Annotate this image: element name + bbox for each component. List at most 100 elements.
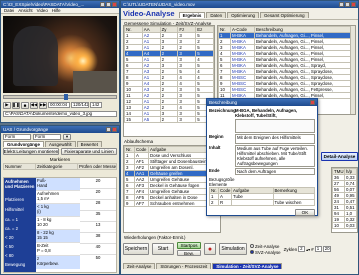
table-cell: 0,51 — [344, 204, 357, 211]
start-button[interactable]: Start — [152, 243, 174, 255]
minimize-icon[interactable] — [100, 2, 105, 7]
uas-cell[interactable]: 1 - 8 kg 10 20 — [36, 217, 80, 230]
frame-field-b[interactable]: 142 — [90, 102, 102, 108]
table-cell: 0,03 — [344, 222, 357, 229]
tab-gesamt-optimierung[interactable]: Gesamt Optimierung — [260, 12, 309, 18]
video-seekbar[interactable] — [3, 94, 117, 100]
stop-button[interactable]: ■ — [21, 101, 29, 109]
close-icon[interactable] — [112, 127, 117, 132]
table-cell: 9 — [124, 200, 135, 207]
tab-ergebnis[interactable]: Ergebnis — [178, 12, 206, 18]
uas-value[interactable]: 35 — [80, 211, 116, 222]
table-cell: 0,47 — [344, 198, 357, 205]
speichern-button[interactable]: Speichern — [123, 243, 149, 255]
step-back-button[interactable]: ◀◀ — [30, 101, 38, 109]
maximize-icon[interactable] — [106, 2, 111, 7]
close-icon[interactable] — [310, 100, 315, 105]
uas-section-label: Markieren — [49, 157, 71, 162]
video-frame[interactable] — [3, 16, 117, 93]
simulation-button[interactable]: Simulation — [219, 243, 247, 255]
zeit-analyse-radio[interactable]: Zeit-Analyse — [250, 244, 281, 249]
tab-ausgewaehlt[interactable]: Ausgewählt — [44, 141, 76, 147]
fixieraparate-button[interactable]: Fixieraparate und Linien — [61, 148, 117, 155]
right-table-scrollbar[interactable] — [350, 26, 355, 114]
uas-value[interactable]: 28 — [80, 200, 116, 211]
minimize-icon[interactable] — [106, 127, 111, 132]
footer-label: Wiederholungen (Faktor-Ermit.) — [124, 235, 186, 240]
uas-cell[interactable]: Aufnehmen 1,5 m² — [36, 191, 80, 204]
elektr-leitungen-button[interactable]: Elektr.Leitungen montieren — [3, 148, 59, 155]
uas-left-item[interactable]: < 80 — [5, 253, 35, 262]
menu-video[interactable]: Video — [37, 8, 48, 13]
uas-mid-column: Fuß- Hand Aufnehmen 1,5 m² < 1 kg (i) 1 - 8… — [36, 178, 80, 272]
uas-col-pruefen: Prüfen oder Messen — [77, 163, 117, 170]
menu-hilfe[interactable]: Hilfe — [52, 8, 61, 13]
uas-cell[interactable]: B-Zeit P = 0,8 — [36, 243, 80, 256]
uas-value[interactable]: 50 — [80, 255, 116, 266]
step-forward-button[interactable]: ▶▶ — [39, 101, 47, 109]
tab-daten[interactable]: Daten — [206, 12, 227, 18]
form-select[interactable]: Form — [3, 134, 31, 140]
dialog-row[interactable]: 2 R Tube wischen — [209, 199, 315, 206]
svz-analyse-radio[interactable]: SVZ-Analyse — [250, 250, 281, 255]
startpos-button[interactable]: Startpos — [177, 242, 201, 249]
video-player-titlebar[interactable]: C:\I3_EXSpielVideo\PASDATA\Video_... — [1, 1, 119, 8]
minimize-icon[interactable] — [339, 2, 344, 7]
close-icon[interactable] — [351, 2, 356, 7]
uas-tool-button[interactable]: ▾ — [63, 134, 71, 140]
video-path-field[interactable]: C:\PAS\DATA\Dokumente\demo_video_3.jpg — [3, 111, 117, 117]
play-button[interactable]: ▶ — [3, 101, 11, 109]
menu-datei[interactable]: Datei — [4, 8, 14, 13]
tab-bewertet[interactable]: Bewertet — [76, 141, 102, 147]
position-field[interactable]: 00:00:04 — [48, 102, 70, 108]
tab-simulation[interactable]: Simulation - Zeit/SVZ-Analyse — [212, 263, 283, 269]
zyklen-field[interactable]: 2 — [298, 246, 306, 252]
uas-left-item[interactable]: Aufnehmen und Platzieren — [5, 179, 35, 197]
bezeichnung-box[interactable] — [235, 119, 315, 133]
uas-value[interactable]: 40 — [80, 244, 116, 255]
zyklen-spin[interactable]: ▴▾ — [306, 247, 310, 252]
uas-left-item[interactable]: < 50 — [5, 244, 35, 253]
video-seek-thumb[interactable] — [64, 94, 68, 100]
pause-button[interactable]: ❚❚ — [12, 101, 20, 109]
uas-grid: Aufnehmen und Platzieren Platzieren Hilf… — [3, 177, 117, 273]
uas-cell[interactable]: 8 - 22 kg 15 15 — [36, 230, 80, 243]
tab-zeit-analyse[interactable]: Zeit-Analyse — [123, 263, 156, 269]
uas-value[interactable]: 13 — [80, 222, 116, 233]
tab-stoerungen[interactable]: Störungen - Prozesszeit — [156, 263, 212, 269]
dialog-titlebar[interactable]: Beschreibung — [207, 99, 317, 106]
main-titlebar[interactable]: C:\UTL\UDATEN\UDAS_video.mov — [121, 1, 358, 8]
form-select-2[interactable]: Form — [33, 134, 61, 140]
uas-left-column: Aufnehmen und Platzieren Platzieren Hilf… — [4, 178, 36, 272]
uas-value[interactable]: 20 — [80, 178, 116, 189]
uas-cell[interactable]: z Körperbew. — [36, 256, 80, 269]
menu-ansicht[interactable]: Ansicht — [18, 8, 32, 13]
table-row[interactable]: 10 0,03 — [332, 222, 357, 229]
uas-value[interactable]: 38 — [80, 233, 116, 244]
uas-titlebar[interactable]: UAS / Grundvorgänge — [1, 126, 119, 133]
frame-field-a[interactable]: 120/142 — [71, 102, 89, 108]
uas-left-item[interactable]: Bewegung — [5, 262, 35, 271]
uas-cell[interactable]: < 1 kg (i) — [36, 204, 80, 217]
uas-left-item[interactable]: ca. = 1 — [5, 217, 35, 226]
zyklen-total-field[interactable]: 20 — [322, 246, 331, 252]
table-row[interactable]: 15 A5 2 3 5 — [124, 116, 214, 123]
uas-left-item[interactable]: Platzieren — [5, 197, 35, 207]
pos-field[interactable]: 1 — [314, 246, 322, 252]
table-cell: 0,32 — [344, 216, 357, 223]
tab-optimierung[interactable]: Optimierung — [227, 12, 259, 18]
uas-left-item[interactable]: ca. = 2 — [5, 226, 35, 235]
bew-button[interactable]: Bew. — [177, 250, 201, 256]
tab-grundvorgaenge[interactable]: Grundvorgänge — [3, 141, 44, 147]
uas-cell[interactable]: Fuß- Hand — [36, 178, 80, 191]
dialog-ok-button[interactable]: OK — [295, 209, 315, 216]
close-icon[interactable] — [112, 2, 117, 7]
uas-left-item[interactable]: < 20 — [5, 235, 35, 244]
detail-analyse-button[interactable]: Detail-Analyse — [321, 152, 358, 161]
uas-value[interactable]: 20 — [80, 189, 116, 200]
maximize-icon[interactable] — [345, 2, 350, 7]
uas-left-item[interactable]: Hilfsmittel — [5, 207, 35, 217]
record-button[interactable]: ● — [204, 243, 216, 255]
zeit-table-wrap: TMU h/p 36 0,33 27 0,74 56 0,07 49 0,95 24 0,47 31… — [331, 167, 358, 233]
dialog-body: Bezeichnung M-BGA, Behandeln, Aufnagen, … — [207, 106, 317, 218]
